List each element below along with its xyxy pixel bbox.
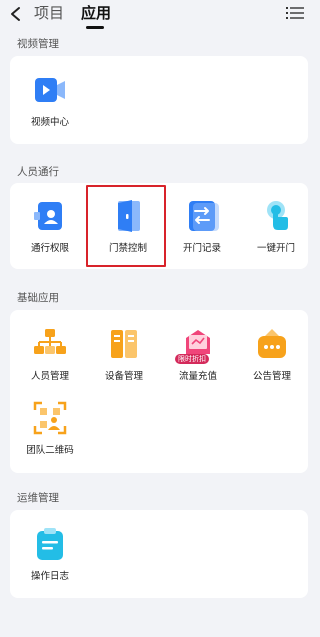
clipboard-log-icon — [37, 528, 63, 560]
app-label: 流量充值 — [178, 371, 217, 382]
app-label: 开门记录 — [182, 243, 221, 254]
qr-code-icon — [33, 401, 67, 435]
app-label: 团队二维码 — [26, 445, 74, 456]
app-one-tap-open[interactable]: 一键开门 — [244, 188, 308, 262]
app-video-center[interactable]: 视频中心 — [18, 62, 82, 136]
app-label: 一键开门 — [256, 243, 295, 254]
section-title-basic: 基础应用 — [17, 292, 59, 304]
app-label: 设备管理 — [104, 371, 143, 382]
app-label: 操作日志 — [30, 571, 69, 582]
device-cabinet-icon — [111, 330, 137, 358]
highlight-box — [86, 185, 166, 267]
app-label: 视频中心 — [30, 117, 69, 128]
tab-apps[interactable]: 应用 — [81, 3, 111, 23]
app-device[interactable]: 设备管理 — [92, 316, 156, 390]
app-team-qr[interactable]: 团队二维码 — [18, 390, 82, 464]
tab-project[interactable]: 项目 — [34, 3, 64, 23]
app-label: 公告管理 — [252, 371, 291, 382]
org-chart-icon — [34, 329, 66, 354]
door-record-icon — [189, 201, 219, 231]
app-label: 通行权限 — [30, 243, 69, 254]
app-operation-log[interactable]: 操作日志 — [18, 516, 82, 590]
promo-badge: 限时折扣 — [175, 354, 209, 364]
app-access-permission[interactable]: 通行权限 — [18, 188, 82, 262]
app-announcement[interactable]: 公告管理 — [240, 316, 304, 390]
card-video: 视频中心 — [10, 56, 308, 144]
top-bar: 项目 应用 — [0, 0, 318, 30]
section-title-ops: 运维管理 — [17, 492, 59, 504]
tap-open-icon — [267, 201, 288, 230]
video-camera-icon — [35, 78, 65, 102]
card-ops: 操作日志 — [10, 510, 308, 598]
app-door-record[interactable]: 开门记录 — [170, 188, 234, 262]
list-menu-icon[interactable] — [286, 6, 304, 20]
announcement-icon — [258, 329, 286, 358]
access-card-icon — [34, 202, 62, 230]
chevron-left-icon[interactable] — [9, 6, 23, 22]
app-data-recharge[interactable]: 限时折扣 流量充值 — [166, 316, 230, 390]
active-tab-indicator — [86, 26, 104, 29]
card-basic: 人员管理 设备管理 限时折扣 流量充值 公告管理 团队二维码 — [10, 310, 308, 473]
app-personnel[interactable]: 人员管理 — [18, 316, 82, 390]
section-title-video: 视频管理 — [17, 38, 59, 50]
section-title-access: 人员通行 — [17, 166, 59, 178]
app-label: 人员管理 — [30, 371, 69, 382]
